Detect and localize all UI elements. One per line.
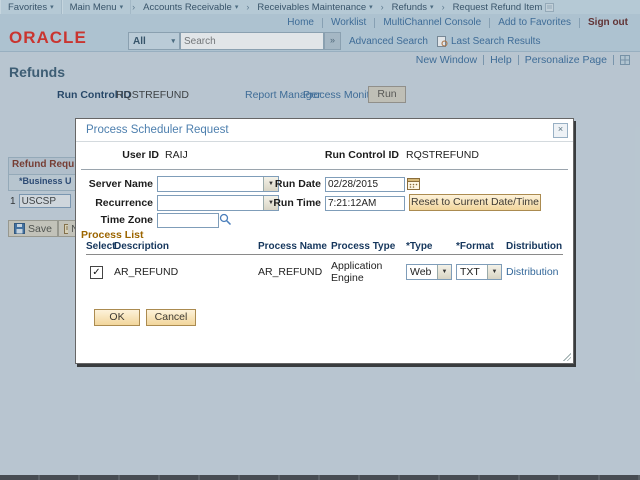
type-value: Web <box>410 266 431 278</box>
recurrence-label: Recurrence <box>76 197 153 209</box>
run-time-input[interactable] <box>325 196 405 211</box>
screen: Favorites ▾ Main Menu ▾ › Accounts Recei… <box>0 0 640 480</box>
run-date-input[interactable] <box>325 177 405 192</box>
col-distribution: Distribution <box>506 241 563 255</box>
col-format: *Format <box>456 241 506 255</box>
col-process-name: Process Name <box>258 241 331 255</box>
dialog-run-control-id-value: RQSTREFUND <box>406 149 479 161</box>
chevron-down-icon: ▼ <box>437 265 451 279</box>
time-zone-label: Time Zone <box>76 214 153 226</box>
divider <box>81 169 568 170</box>
col-select: Select <box>86 241 114 255</box>
process-list-table: Select Description Process Name Process … <box>86 241 563 284</box>
format-select[interactable]: TXT ▼ <box>456 264 502 280</box>
lookup-magnifier-icon[interactable] <box>219 213 232 226</box>
user-id-value: RAIJ <box>165 149 188 161</box>
divider <box>76 141 573 142</box>
select-checkbox[interactable]: ✓ <box>90 266 103 279</box>
process-scheduler-request-dialog: Process Scheduler Request × User ID RAIJ… <box>75 118 574 364</box>
process-list-title: Process List <box>81 229 143 241</box>
col-process-type: Process Type <box>331 241 406 255</box>
col-description: Description <box>114 241 258 255</box>
distribution-link[interactable]: Distribution <box>506 266 559 278</box>
close-icon[interactable]: × <box>553 123 568 138</box>
taskbar-edge <box>0 475 640 480</box>
process-type-cell: Application Engine <box>331 255 406 285</box>
calendar-icon[interactable] <box>407 177 420 190</box>
table-row: ✓ AR_REFUND AR_REFUND Application Engine… <box>86 255 563 285</box>
description-cell: AR_REFUND <box>114 255 258 285</box>
type-select[interactable]: Web ▼ <box>406 264 452 280</box>
ok-button[interactable]: OK <box>94 309 140 326</box>
run-time-label: Run Time <box>266 197 321 209</box>
dialog-run-control-id-label: Run Control ID <box>306 149 399 161</box>
col-type: *Type <box>406 241 456 255</box>
server-name-select[interactable]: ▼ <box>157 176 279 192</box>
table-header-row: Select Description Process Name Process … <box>86 241 563 255</box>
run-date-label: Run Date <box>266 178 321 190</box>
resize-handle[interactable] <box>563 353 571 361</box>
user-id-label: User ID <box>76 149 159 161</box>
chevron-down-icon: ▼ <box>487 265 501 279</box>
process-name-cell: AR_REFUND <box>258 255 331 285</box>
reset-date-time-button[interactable]: Reset to Current Date/Time <box>409 194 541 211</box>
time-zone-input[interactable] <box>157 213 219 228</box>
recurrence-select[interactable]: ▼ <box>157 195 279 211</box>
server-name-label: Server Name <box>76 178 153 190</box>
format-value: TXT <box>460 266 480 278</box>
dialog-title: Process Scheduler Request <box>86 124 229 136</box>
cancel-button[interactable]: Cancel <box>146 309 196 326</box>
